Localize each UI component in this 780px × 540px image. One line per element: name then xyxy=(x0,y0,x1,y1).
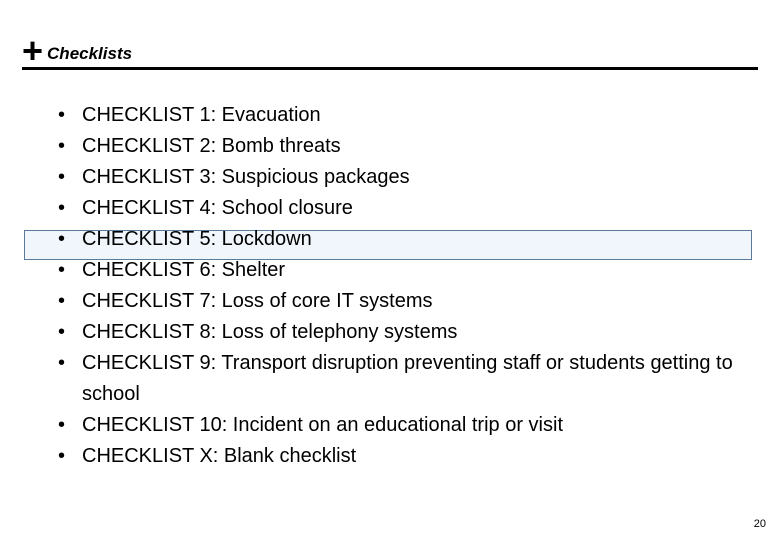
list-item: CHECKLIST 8: Loss of telephony systems xyxy=(50,317,740,348)
plus-icon: + xyxy=(22,36,43,67)
list-item: CHECKLIST 1: Evacuation xyxy=(50,100,740,131)
checklist-list: CHECKLIST 1: Evacuation CHECKLIST 2: Bom… xyxy=(50,100,740,472)
list-item: CHECKLIST 10: Incident on an educational… xyxy=(50,410,740,441)
list-item: CHECKLIST 4: School closure xyxy=(50,193,740,224)
slide-content: CHECKLIST 1: Evacuation CHECKLIST 2: Bom… xyxy=(50,100,740,472)
slide-title: Checklists xyxy=(47,44,132,64)
list-item: CHECKLIST 9: Transport disruption preven… xyxy=(50,348,740,410)
header-inner: + Checklists xyxy=(22,36,758,65)
slide-header: + Checklists xyxy=(22,36,758,70)
list-item: CHECKLIST 2: Bomb threats xyxy=(50,131,740,162)
page-number: 20 xyxy=(754,518,766,530)
list-item: CHECKLIST 6: Shelter xyxy=(50,255,740,286)
list-item: CHECKLIST 7: Loss of core IT systems xyxy=(50,286,740,317)
slide: + Checklists CHECKLIST 1: Evacuation CHE… xyxy=(0,0,780,540)
list-item: CHECKLIST X: Blank checklist xyxy=(50,441,740,472)
list-item: CHECKLIST 3: Suspicious packages xyxy=(50,162,740,193)
list-item: CHECKLIST 5: Lockdown xyxy=(50,224,740,255)
